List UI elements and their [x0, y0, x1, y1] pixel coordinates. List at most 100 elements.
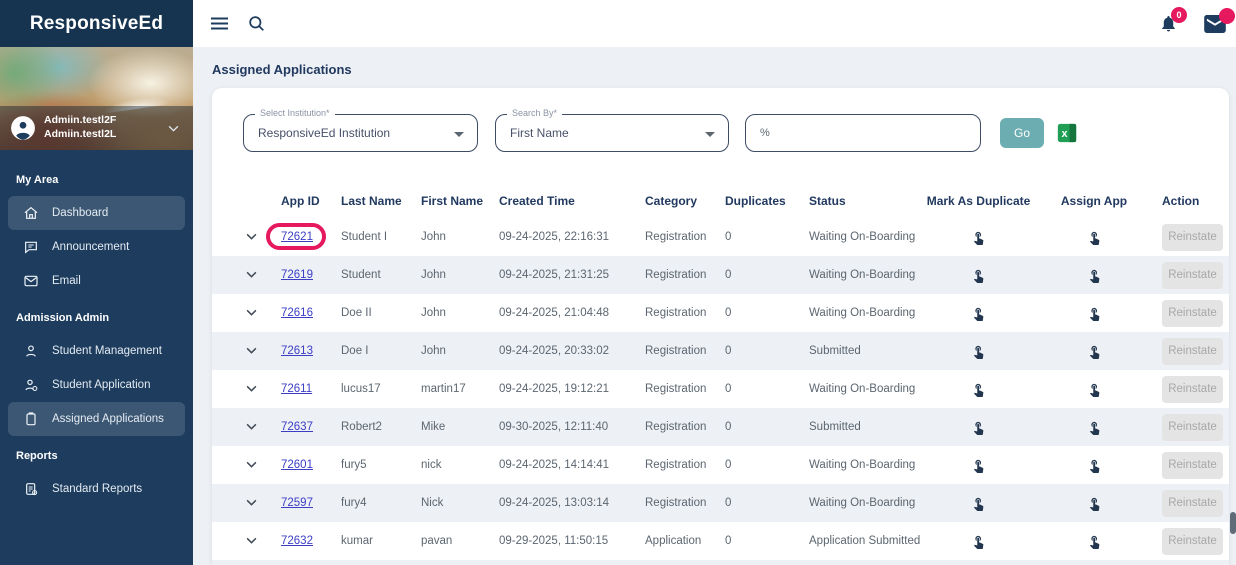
mark-duplicate-touch-icon[interactable]	[971, 382, 986, 397]
mark-duplicate-touch-icon[interactable]	[971, 458, 986, 473]
search-input[interactable]	[746, 115, 980, 151]
category-cell: Registration	[645, 459, 725, 471]
table-header-row: App ID Last Name First Name Created Time…	[212, 184, 1229, 218]
sidebar-item-assigned-applications[interactable]: Assigned Applications	[8, 402, 185, 436]
reinstate-button[interactable]: Reinstate	[1162, 262, 1223, 289]
app-id-link[interactable]: 72616	[281, 307, 313, 319]
messages-mail-icon[interactable]	[1204, 15, 1226, 33]
row-expand-chevron-icon[interactable]	[246, 271, 257, 278]
sidebar-item-dashboard[interactable]: Dashboard	[8, 196, 185, 230]
reinstate-button[interactable]: Reinstate	[1162, 224, 1223, 251]
row-expand-chevron-icon[interactable]	[246, 385, 257, 392]
assign-app-touch-icon[interactable]	[1087, 306, 1102, 321]
user-menu[interactable]: Admiin.testl2F Admiin.testl2L	[0, 106, 193, 150]
assign-app-touch-icon[interactable]	[1087, 534, 1102, 549]
app-id-link[interactable]: 72632	[281, 535, 313, 547]
row-expand-chevron-icon[interactable]	[246, 461, 257, 468]
menu-hamburger-icon[interactable]	[211, 17, 228, 30]
mark-duplicate-touch-icon[interactable]	[971, 268, 986, 283]
sidebar-nav: My Area Dashboard Announcement	[0, 150, 193, 506]
table-row: 72613 Doe I John 09-24-2025, 20:33:02 Re…	[212, 332, 1229, 370]
table-row: 72616 Doe II John 09-24-2025, 21:04:48 R…	[212, 294, 1229, 332]
duplicates-cell: 0	[725, 383, 809, 395]
mark-duplicate-touch-icon[interactable]	[971, 230, 986, 245]
duplicates-cell: 0	[725, 231, 809, 243]
reinstate-button[interactable]: Reinstate	[1162, 490, 1223, 517]
dropdown-arrow-icon	[705, 132, 715, 137]
sidebar-item-announcement[interactable]: Announcement	[8, 230, 185, 264]
dropdown-arrow-icon	[454, 132, 464, 137]
sidebar-item-label: Dashboard	[52, 207, 108, 219]
first-name-cell: John	[421, 231, 499, 243]
notification-count-badge: 0	[1171, 7, 1187, 23]
category-cell: Application	[645, 535, 725, 547]
table-row: 72597 fury4 Nick 09-24-2025, 13:03:14 Re…	[212, 484, 1229, 522]
row-expand-chevron-icon[interactable]	[246, 309, 257, 316]
first-name-cell: Mike	[421, 421, 499, 433]
created-time-cell: 09-24-2025, 13:03:14	[499, 497, 645, 509]
app-id-link[interactable]: 72637	[281, 421, 313, 433]
assign-app-touch-icon[interactable]	[1087, 268, 1102, 283]
row-expand-chevron-icon[interactable]	[246, 423, 257, 430]
assign-app-touch-icon[interactable]	[1087, 344, 1102, 359]
reinstate-button[interactable]: Reinstate	[1162, 300, 1223, 327]
mark-duplicate-touch-icon[interactable]	[971, 420, 986, 435]
sidebar-banner-image: Admiin.testl2F Admiin.testl2L	[0, 47, 193, 150]
first-name-cell: nick	[421, 459, 499, 471]
go-button[interactable]: Go	[1000, 118, 1044, 148]
app-id-link[interactable]: 72611	[281, 383, 312, 395]
topbar: 0	[193, 0, 1236, 47]
duplicates-cell: 0	[725, 269, 809, 281]
reinstate-button[interactable]: Reinstate	[1162, 414, 1223, 441]
institution-select[interactable]: Select Institution* ResponsiveEd Institu…	[243, 114, 478, 152]
app-id-link[interactable]: 72613	[281, 345, 313, 357]
table-row: 72611 lucus17 martin17 09-24-2025, 19:12…	[212, 370, 1229, 408]
row-expand-chevron-icon[interactable]	[246, 347, 257, 354]
status-cell: Waiting On-Boarding	[809, 307, 916, 319]
assign-app-touch-icon[interactable]	[1087, 420, 1102, 435]
row-expand-chevron-icon[interactable]	[246, 233, 257, 240]
user-chevron-down-icon[interactable]	[168, 119, 179, 137]
sidebar-item-label: Email	[52, 275, 81, 287]
duplicates-cell: 0	[725, 497, 809, 509]
sidebar-item-label: Student Management	[52, 345, 162, 357]
assign-app-touch-icon[interactable]	[1087, 230, 1102, 245]
assign-app-touch-icon[interactable]	[1087, 496, 1102, 511]
duplicates-cell: 0	[725, 345, 809, 357]
status-cell: Waiting On-Boarding	[809, 459, 916, 471]
mark-duplicate-touch-icon[interactable]	[971, 496, 986, 511]
app-id-link[interactable]: 72601	[281, 459, 313, 471]
assign-app-touch-icon[interactable]	[1087, 458, 1102, 473]
app-id-link[interactable]: 72621	[281, 231, 313, 243]
mark-duplicate-touch-icon[interactable]	[971, 306, 986, 321]
row-expand-chevron-icon[interactable]	[246, 537, 257, 544]
app-id-link[interactable]: 72597	[281, 497, 313, 509]
reinstate-button[interactable]: Reinstate	[1162, 376, 1223, 403]
mark-duplicate-touch-icon[interactable]	[971, 344, 986, 359]
row-expand-chevron-icon[interactable]	[246, 499, 257, 506]
reinstate-button[interactable]: Reinstate	[1162, 452, 1223, 479]
sidebar: ResponsiveEd Admiin.testl2F Admiin.testl…	[0, 0, 193, 565]
duplicates-cell: 0	[725, 421, 809, 433]
category-cell: Registration	[645, 383, 725, 395]
excel-export-icon[interactable]: x	[1057, 123, 1077, 143]
vertical-scrollbar[interactable]	[1230, 512, 1236, 534]
mark-duplicate-touch-icon[interactable]	[971, 534, 986, 549]
sidebar-item-standard-reports[interactable]: Standard Reports	[8, 472, 185, 506]
sidebar-item-label: Standard Reports	[52, 483, 142, 495]
status-cell: Waiting On-Boarding	[809, 497, 916, 509]
search-by-select[interactable]: Search By* First Name	[495, 114, 729, 152]
first-name-cell: martin17	[421, 383, 499, 395]
first-name-cell: Nick	[421, 497, 499, 509]
duplicates-cell: 0	[725, 459, 809, 471]
app-id-link[interactable]: 72619	[281, 269, 313, 281]
sidebar-item-email[interactable]: Email	[8, 264, 185, 298]
sidebar-item-student-application[interactable]: Student Application	[8, 368, 185, 402]
notifications-bell-icon[interactable]: 0	[1159, 14, 1178, 33]
search-icon[interactable]	[247, 14, 266, 33]
reinstate-button[interactable]: Reinstate	[1162, 528, 1223, 555]
reinstate-button[interactable]: Reinstate	[1162, 338, 1223, 365]
sidebar-item-student-management[interactable]: Student Management	[8, 334, 185, 368]
assign-app-touch-icon[interactable]	[1087, 382, 1102, 397]
col-header-assign-app: Assign App	[1041, 194, 1147, 208]
